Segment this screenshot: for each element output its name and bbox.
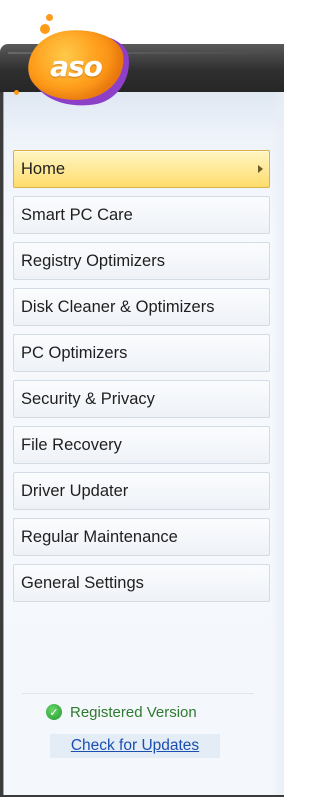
chevron-right-icon <box>258 165 263 173</box>
sidebar-item-label: Disk Cleaner & Optimizers <box>21 297 215 316</box>
sidebar-item-label: Registry Optimizers <box>21 251 165 270</box>
app-window: Home Smart PC Care Registry Optimizers D… <box>0 0 284 797</box>
sidebar-item-pc-optimizers[interactable]: PC Optimizers <box>13 334 270 372</box>
sidebar-item-file-recovery[interactable]: File Recovery <box>13 426 270 464</box>
check-for-updates-link[interactable]: Check for Updates <box>50 734 220 758</box>
logo-dot <box>40 24 50 34</box>
sidebar-item-disk-cleaner[interactable]: Disk Cleaner & Optimizers <box>13 288 270 326</box>
registration-status: ✓ Registered Version <box>46 701 197 723</box>
sidebar-item-label: File Recovery <box>21 435 122 454</box>
logo-dot <box>14 90 19 95</box>
sidebar-item-security-privacy[interactable]: Security & Privacy <box>13 380 270 418</box>
sidebar-item-label: Regular Maintenance <box>21 527 178 546</box>
sidebar-item-registry-optimizers[interactable]: Registry Optimizers <box>13 242 270 280</box>
sidebar-item-smart-pc-care[interactable]: Smart PC Care <box>13 196 270 234</box>
sidebar-item-driver-updater[interactable]: Driver Updater <box>13 472 270 510</box>
sidebar-item-general-settings[interactable]: General Settings <box>13 564 270 602</box>
logo-dot <box>46 14 53 21</box>
sidebar-panel: Home Smart PC Care Registry Optimizers D… <box>3 92 284 795</box>
sidebar-item-home[interactable]: Home <box>13 150 270 188</box>
status-text: Registered Version <box>70 703 197 721</box>
sidebar-nav: Home Smart PC Care Registry Optimizers D… <box>13 150 270 610</box>
app-logo: aso <box>14 14 136 114</box>
sidebar-item-label: Smart PC Care <box>21 205 133 224</box>
footer-divider <box>22 693 254 694</box>
sidebar-item-label: Driver Updater <box>21 481 129 500</box>
sidebar-item-label: General Settings <box>21 573 144 592</box>
sidebar-item-label: Home <box>21 159 66 178</box>
check-circle-icon: ✓ <box>46 704 62 720</box>
sidebar-item-regular-maintenance[interactable]: Regular Maintenance <box>13 518 270 556</box>
sidebar-item-label: PC Optimizers <box>21 343 128 362</box>
sidebar-item-label: Security & Privacy <box>21 389 155 408</box>
logo-text: aso <box>50 50 103 83</box>
